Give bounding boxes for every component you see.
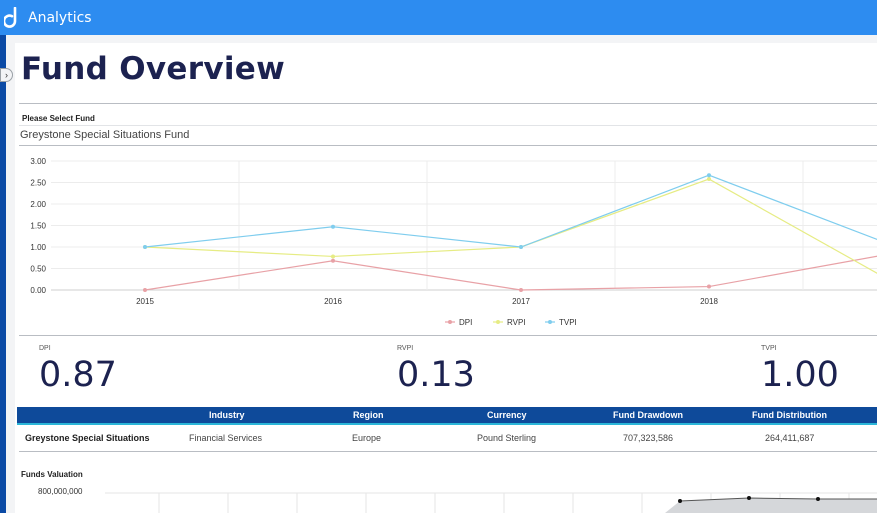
fund-select-label: Please Select Fund — [22, 114, 95, 123]
kpi-tvpi-label: TVPI — [761, 345, 777, 352]
kpi-rvpi-label: RVPI — [397, 345, 414, 352]
table-cell-industry: Financial Services — [189, 433, 263, 443]
sidebar-expand-button[interactable]: › — [0, 68, 13, 82]
y-tick-label: 2.50 — [30, 179, 46, 188]
x-tick-label: 2017 — [512, 297, 530, 306]
legend-item-rvpi[interactable]: RVPI — [507, 318, 526, 327]
app-title: Analytics — [28, 9, 92, 26]
funds-valuation-chart — [105, 492, 877, 513]
data-point-tvpi[interactable] — [143, 245, 147, 249]
fund-table-header: Industry Region Currency Fund Drawdown F… — [17, 407, 877, 425]
table-cell-currency: Pound Sterling — [477, 433, 537, 443]
divider — [19, 103, 877, 104]
x-tick-label: 2015 — [136, 297, 154, 306]
divider — [19, 451, 877, 452]
x-tick-label: 2016 — [324, 297, 342, 306]
y-tick-label: 1.00 — [30, 243, 46, 252]
divider — [19, 145, 877, 146]
y-tick-label: 3.00 — [30, 157, 46, 166]
x-tick-label: 2018 — [700, 297, 718, 306]
top-bar: Analytics — [0, 0, 877, 35]
data-point-dpi[interactable] — [707, 284, 711, 289]
legend-item-tvpi[interactable]: TVPI — [559, 318, 577, 327]
kpi-rvpi-value: 0.13 — [397, 355, 475, 395]
data-point-dpi[interactable] — [143, 288, 147, 292]
column-header-industry[interactable]: Industry — [209, 410, 245, 420]
data-point-dpi[interactable] — [519, 288, 523, 292]
y-tick-label: 2.00 — [30, 200, 46, 209]
left-rail — [0, 35, 6, 513]
column-header-fund-drawdown[interactable]: Fund Drawdown — [613, 410, 683, 420]
legend-item-dpi[interactable]: DPI — [459, 318, 472, 327]
y-tick-label: 0.00 — [30, 286, 46, 295]
performance-line-chart: 3.00 2.50 2.00 1.50 1.00 0.50 0.00 2015 2016 2017… — [30, 157, 877, 327]
y-tick-label: 0.50 — [30, 265, 46, 274]
divider — [19, 125, 877, 126]
kpi-tvpi-value: 1.00 — [761, 355, 839, 395]
data-point-tvpi[interactable] — [331, 224, 335, 229]
column-header-region[interactable]: Region — [353, 410, 384, 420]
fund-select-dropdown[interactable]: Greystone Special Situations Fund — [20, 129, 189, 141]
legend-marker — [448, 320, 452, 324]
table-cell-region: Europe — [352, 433, 382, 443]
chevron-right-icon: › — [5, 70, 8, 80]
y-tick-label: 1.50 — [30, 222, 46, 231]
data-point-dpi[interactable] — [331, 258, 335, 263]
column-header-currency[interactable]: Currency — [487, 410, 527, 420]
app-logo-icon — [4, 6, 17, 28]
main-content: Fund Overview Please Select Fund Greysto… — [15, 43, 877, 513]
legend-marker — [496, 320, 500, 324]
page-title: Fund Overview — [21, 51, 286, 87]
data-point-rvpi[interactable] — [707, 177, 711, 182]
legend-marker — [548, 320, 552, 324]
table-cell-fund-name: Greystone Special Situations — [25, 433, 150, 443]
table-cell-distribution: 264,411,687 — [765, 433, 815, 443]
table-cell-drawdown: 707,323,586 — [623, 433, 674, 443]
kpi-dpi-label: DPI — [39, 345, 51, 352]
data-point-tvpi[interactable] — [519, 245, 523, 249]
kpi-dpi-value: 0.87 — [39, 355, 117, 395]
series-line-dpi — [144, 255, 877, 291]
data-point-rvpi[interactable] — [331, 254, 335, 259]
divider — [19, 335, 877, 336]
data-point-tvpi[interactable] — [707, 173, 711, 178]
column-header-fund-distribution[interactable]: Fund Distribution — [752, 410, 827, 420]
funds-valuation-label: Funds Valuation — [21, 470, 83, 479]
